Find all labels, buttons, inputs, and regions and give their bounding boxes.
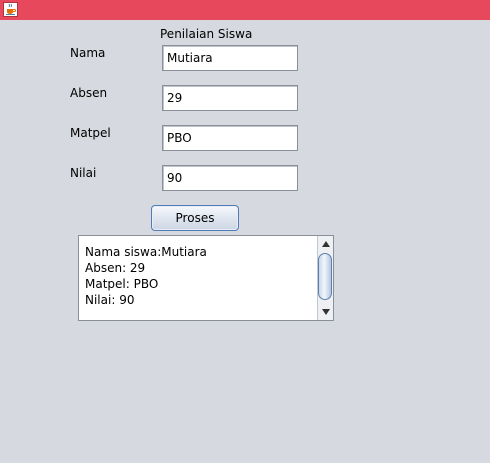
output-line-absen: Absen: 29 [85,261,146,275]
nilai-input[interactable] [162,165,298,191]
output-line-nama: Nama siswa:Mutiara [85,245,207,259]
output-line-nilai: Nilai: 90 [85,293,135,307]
nilai-label: Nilai [70,166,97,180]
scroll-up-arrow-icon[interactable] [318,237,333,251]
nama-input[interactable] [162,45,298,71]
absen-input[interactable] [162,85,298,111]
java-cup-icon[interactable] [3,2,18,17]
form-title: Penilaian Siswa [160,27,253,41]
app-window: Penilaian Siswa Nama Absen Matpel Nilai … [0,0,490,463]
nama-label: Nama [70,46,106,60]
scroll-down-arrow-icon[interactable] [318,305,333,319]
title-bar[interactable] [0,0,490,20]
matpel-label: Matpel [70,126,111,140]
vertical-scrollbar[interactable] [317,236,333,320]
matpel-input[interactable] [162,125,298,151]
scroll-thumb[interactable] [318,253,332,300]
output-text-area[interactable]: Nama siswa:Mutiara Absen: 29 Matpel: PBO… [78,235,334,321]
output-text: Nama siswa:Mutiara Absen: 29 Matpel: PBO… [85,244,207,308]
absen-label: Absen [70,86,108,100]
output-line-matpel: Matpel: PBO [85,277,159,291]
proses-button[interactable]: Proses [151,205,239,231]
